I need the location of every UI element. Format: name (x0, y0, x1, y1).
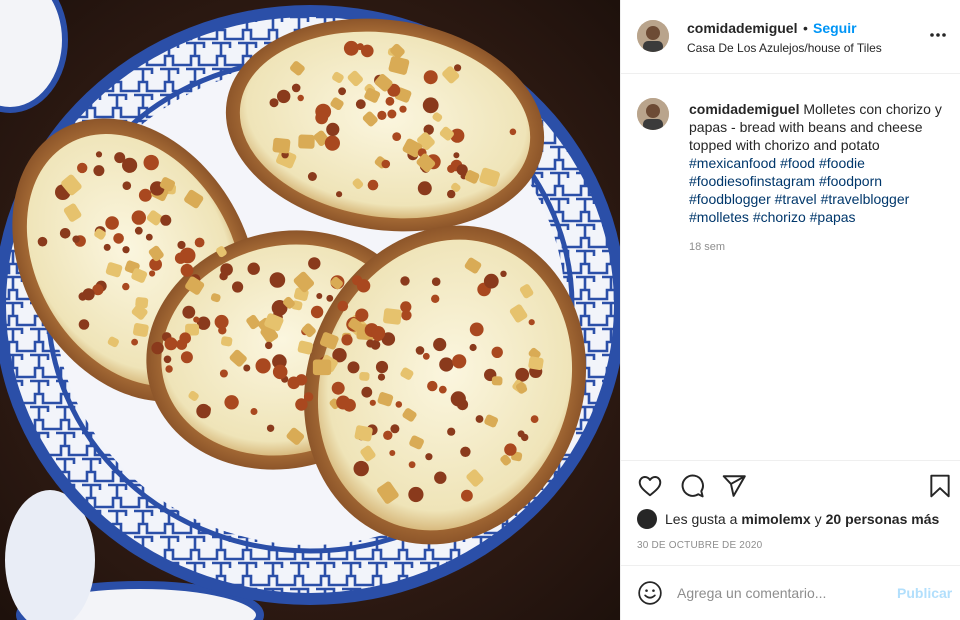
action-bar (621, 460, 960, 508)
bookmark-icon[interactable] (927, 473, 953, 499)
comment-bar: Publicar (621, 565, 960, 620)
follow-button[interactable]: Seguir (813, 20, 857, 36)
hashtag-link[interactable]: #molletes (689, 209, 749, 225)
likes-prefix: Les gusta a (665, 511, 738, 527)
hashtag-link[interactable]: #travel (775, 191, 817, 207)
caption-username[interactable]: comidademiguel (689, 101, 799, 117)
hashtag-link[interactable]: #food (780, 155, 815, 171)
hashtag-link[interactable]: #papas (810, 209, 856, 225)
likes-others-count[interactable]: 20 personas más (826, 511, 940, 527)
hashtag-link[interactable]: #foodiesofinstagram (689, 173, 815, 189)
hashtag-link[interactable]: #foodie (819, 155, 865, 171)
liker-avatar (637, 509, 657, 529)
molletes-photo (0, 0, 620, 620)
post-date: 30 DE OCTUBRE DE 2020 (637, 540, 763, 551)
hashtag-list: #mexicanfood #food #foodie #foodiesofins… (689, 155, 909, 225)
heart-icon[interactable] (637, 473, 663, 499)
time-ago: 18 sem (689, 241, 726, 253)
publish-button[interactable]: Publicar (897, 585, 952, 601)
hashtag-link[interactable]: #foodporn (819, 173, 882, 189)
hashtag-link[interactable]: #foodblogger (689, 191, 771, 207)
post-side-panel: comidademiguel • Seguir Casa De Los Azul… (620, 0, 960, 620)
more-horizontal-icon[interactable] (929, 26, 947, 44)
username-link[interactable]: comidademiguel (687, 20, 797, 36)
avatar[interactable] (637, 20, 669, 52)
comment-input[interactable] (677, 582, 887, 604)
hashtag-link[interactable]: #travelblogger (821, 191, 910, 207)
smiley-icon[interactable] (637, 580, 663, 606)
comment-icon[interactable] (679, 473, 705, 499)
caption-text: comidademiguel Molletes con chorizo y pa… (689, 100, 947, 226)
location-link[interactable]: Casa De Los Azulejos/house of Tiles (687, 41, 882, 55)
hashtag-link[interactable]: #chorizo (753, 209, 806, 225)
post-header: comidademiguel • Seguir Casa De Los Azul… (621, 0, 960, 74)
hashtag-link[interactable]: #mexicanfood (689, 155, 776, 171)
post-photo[interactable] (0, 0, 620, 620)
separator-dot: • (803, 20, 808, 36)
likes-summary[interactable]: Les gusta a mimolemx y 20 personas más (637, 508, 943, 530)
caption-avatar[interactable] (637, 98, 669, 130)
share-icon[interactable] (721, 473, 747, 499)
likes-joiner: y (814, 511, 822, 527)
liker-username[interactable]: mimolemx (741, 511, 810, 527)
